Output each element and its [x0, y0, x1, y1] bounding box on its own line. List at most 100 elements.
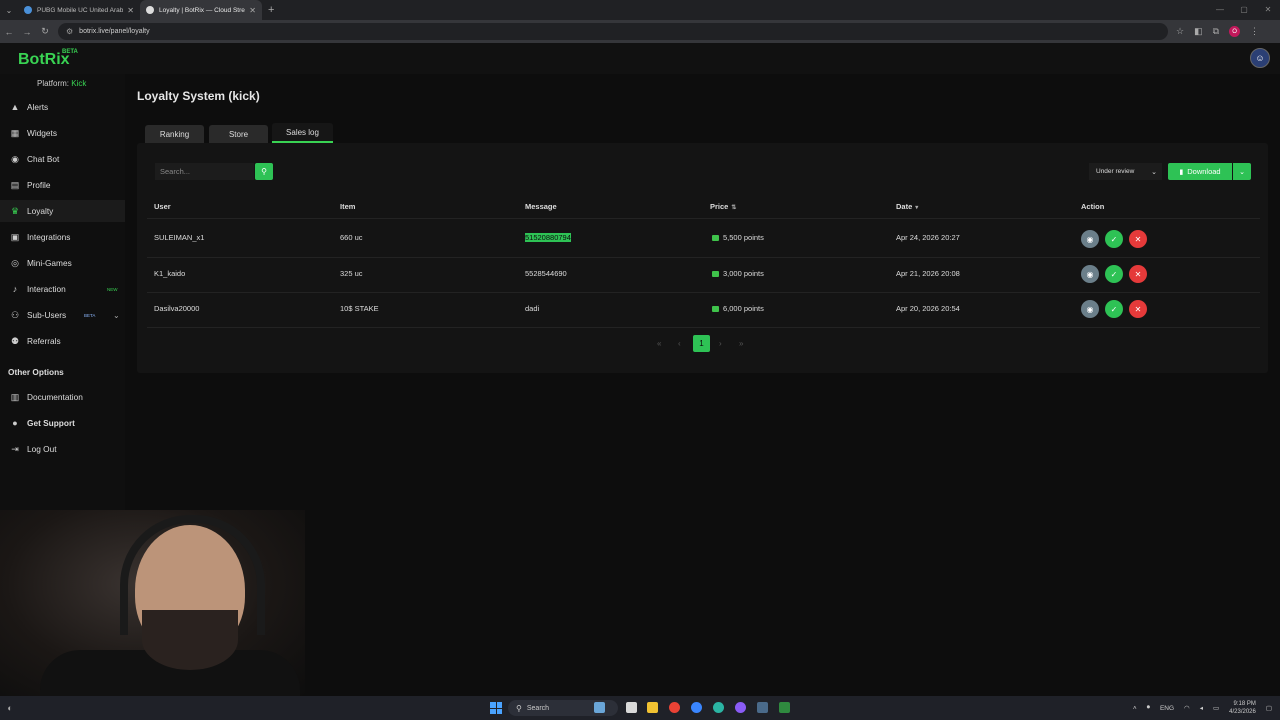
widgets-app-icon[interactable]	[594, 702, 605, 713]
sidebar-item-log-out[interactable]: ⇥ Log Out	[0, 438, 125, 460]
battery-icon[interactable]: ▭	[1213, 704, 1219, 712]
sidebar-item-get-support[interactable]: ● Get Support	[0, 412, 125, 434]
users-icon: ⚇	[10, 309, 20, 320]
download-options-button[interactable]: ⌄	[1233, 163, 1251, 180]
browser-tab-pubg[interactable]: PUBG Mobile UC United Arab E ✕	[18, 0, 140, 20]
page-1-button[interactable]: 1	[693, 335, 710, 352]
first-page-button[interactable]: «	[657, 339, 661, 348]
chevron-up-icon[interactable]: ˄	[1133, 705, 1137, 712]
app-icon[interactable]	[691, 702, 702, 713]
steam-icon[interactable]	[757, 702, 768, 713]
search-button[interactable]: ⚲	[255, 163, 273, 180]
tab-ranking[interactable]: Ranking	[145, 125, 204, 143]
platform-label: Platform:	[37, 79, 70, 88]
sidebar-item-referrals[interactable]: ⚉ Referrals	[0, 330, 125, 352]
close-icon: ✕	[1134, 304, 1142, 314]
wifi-icon[interactable]: ◠	[1184, 704, 1190, 712]
system-tray: ˄ ⏺ ENG ◠ ◂ ▭ 9:18 PM 4/23/2026 ▢	[1133, 696, 1272, 720]
last-page-button[interactable]: »	[739, 339, 743, 348]
sidebar-item-widgets[interactable]: ▦ Widgets	[0, 122, 125, 144]
close-window-icon[interactable]: ✕	[1256, 0, 1280, 20]
reject-button[interactable]: ✕	[1129, 265, 1147, 283]
browser-menu-icon[interactable]: ⋮	[1250, 26, 1259, 37]
sidebar-item-integrations[interactable]: ▣ Integrations	[0, 226, 125, 248]
extensions-puzzle-icon[interactable]: ⧉	[1213, 26, 1219, 37]
view-button[interactable]: ◉	[1081, 230, 1099, 248]
reload-icon[interactable]: ↻	[36, 26, 54, 37]
close-tab-icon[interactable]: ✕	[249, 6, 256, 15]
divider	[147, 327, 1260, 328]
tab-store[interactable]: Store	[209, 125, 268, 143]
download-button[interactable]: ▮ Download	[1168, 163, 1232, 180]
view-button[interactable]: ◉	[1081, 265, 1099, 283]
sidebar-item-alerts[interactable]: ▲ Alerts	[0, 96, 125, 118]
volume-icon[interactable]: ◂	[1200, 704, 1203, 712]
column-header-date[interactable]: Date ▾	[896, 202, 918, 211]
file-explorer-icon[interactable]	[647, 702, 658, 713]
chevron-down-icon[interactable]: ⌄	[113, 311, 120, 320]
cell-date: Apr 21, 2026 20:08	[896, 269, 960, 278]
browser-profile-avatar[interactable]: O	[1229, 26, 1241, 37]
reject-button[interactable]: ✕	[1129, 300, 1147, 318]
sort-desc-icon: ▾	[915, 205, 919, 211]
browser-tab-loyalty[interactable]: Loyalty | BotRix — Cloud Stream ✕	[140, 0, 262, 20]
tab-search-icon[interactable]: ⌄	[0, 0, 18, 20]
music-icon: ♪	[12, 284, 18, 294]
maximize-icon[interactable]: ▢	[1232, 0, 1256, 20]
tab-sales-log[interactable]: Sales log	[272, 123, 333, 143]
cell-price: 3,000 points	[712, 269, 764, 278]
cell-message: dadi	[525, 304, 540, 313]
edge-icon[interactable]	[713, 702, 724, 713]
help-icon: ●	[12, 418, 18, 428]
app-icon[interactable]	[779, 702, 790, 713]
forward-icon[interactable]: →	[18, 27, 36, 37]
clock-date: 4/23/2026	[1229, 709, 1256, 715]
close-tab-icon[interactable]: ✕	[127, 6, 134, 15]
cell-message[interactable]: 51520880794	[525, 233, 571, 242]
sidebar-item-mini-games[interactable]: ◎ Mini-Games	[0, 252, 125, 274]
sidebar-item-label: Widgets	[27, 128, 57, 138]
app: BotRix BETA ☺ Platform: Kick ▲ Alerts ▦ …	[0, 43, 1280, 710]
sidebar-item-label: Sub-Users	[27, 310, 67, 320]
task-view-icon[interactable]	[626, 702, 637, 713]
view-button[interactable]: ◉	[1081, 300, 1099, 318]
language-indicator[interactable]: ENG	[1160, 705, 1174, 712]
approve-button[interactable]: ✓	[1105, 230, 1123, 248]
site-info-icon[interactable]: ⚙	[66, 27, 73, 36]
approve-button[interactable]: ✓	[1105, 300, 1123, 318]
weather-icon[interactable]: ◐	[0, 703, 20, 713]
sidebar-item-loyalty[interactable]: ♛ Loyalty	[0, 200, 125, 222]
next-page-button[interactable]: ›	[719, 339, 722, 348]
chrome-icon[interactable]	[669, 702, 680, 713]
address-bar[interactable]: ⚙ botrix.live/panel/loyalty	[58, 23, 1168, 40]
app-icon[interactable]	[735, 702, 746, 713]
column-header-price[interactable]: Price ⇅	[710, 202, 736, 211]
bookmark-star-icon[interactable]: ☆	[1176, 26, 1184, 37]
warning-icon: ▲	[10, 102, 20, 112]
status-filter-select[interactable]: Under review ⌄	[1089, 163, 1162, 180]
notifications-icon[interactable]: ▢	[1266, 704, 1272, 712]
search-input[interactable]	[155, 163, 254, 180]
clock[interactable]: 9:18 PM 4/23/2026	[1229, 700, 1256, 716]
reject-button[interactable]: ✕	[1129, 230, 1147, 248]
botrix-logo[interactable]: BotRix BETA	[18, 49, 78, 69]
sidebar-item-chat-bot[interactable]: ◉ Chat Bot	[0, 148, 125, 170]
prev-page-button[interactable]: ‹	[678, 339, 681, 348]
extension-icon[interactable]: ◧	[1194, 26, 1203, 37]
grid-icon: ▦	[10, 127, 20, 138]
sidebar-item-profile[interactable]: ▤ Profile	[0, 174, 125, 196]
back-icon[interactable]: ←	[0, 27, 18, 37]
sidebar-item-label: Interaction	[27, 284, 66, 294]
microphone-icon[interactable]: ⏺	[1147, 704, 1150, 712]
search-icon: ⚲	[261, 167, 267, 176]
user-avatar[interactable]: ☺	[1250, 48, 1270, 68]
start-button[interactable]	[490, 702, 502, 714]
cell-price: 6,000 points	[712, 304, 764, 313]
minimize-icon[interactable]: —	[1208, 0, 1232, 20]
sidebar-item-sub-users[interactable]: ⚇ Sub-Users BETA ⌄	[0, 304, 125, 326]
new-tab-icon[interactable]: +	[268, 4, 274, 16]
approve-button[interactable]: ✓	[1105, 265, 1123, 283]
sidebar-item-interaction[interactable]: ♪ Interaction NEW	[0, 278, 125, 300]
sidebar-item-documentation[interactable]: ▥ Documentation	[0, 386, 125, 408]
column-header-price-label: Price	[710, 202, 729, 211]
